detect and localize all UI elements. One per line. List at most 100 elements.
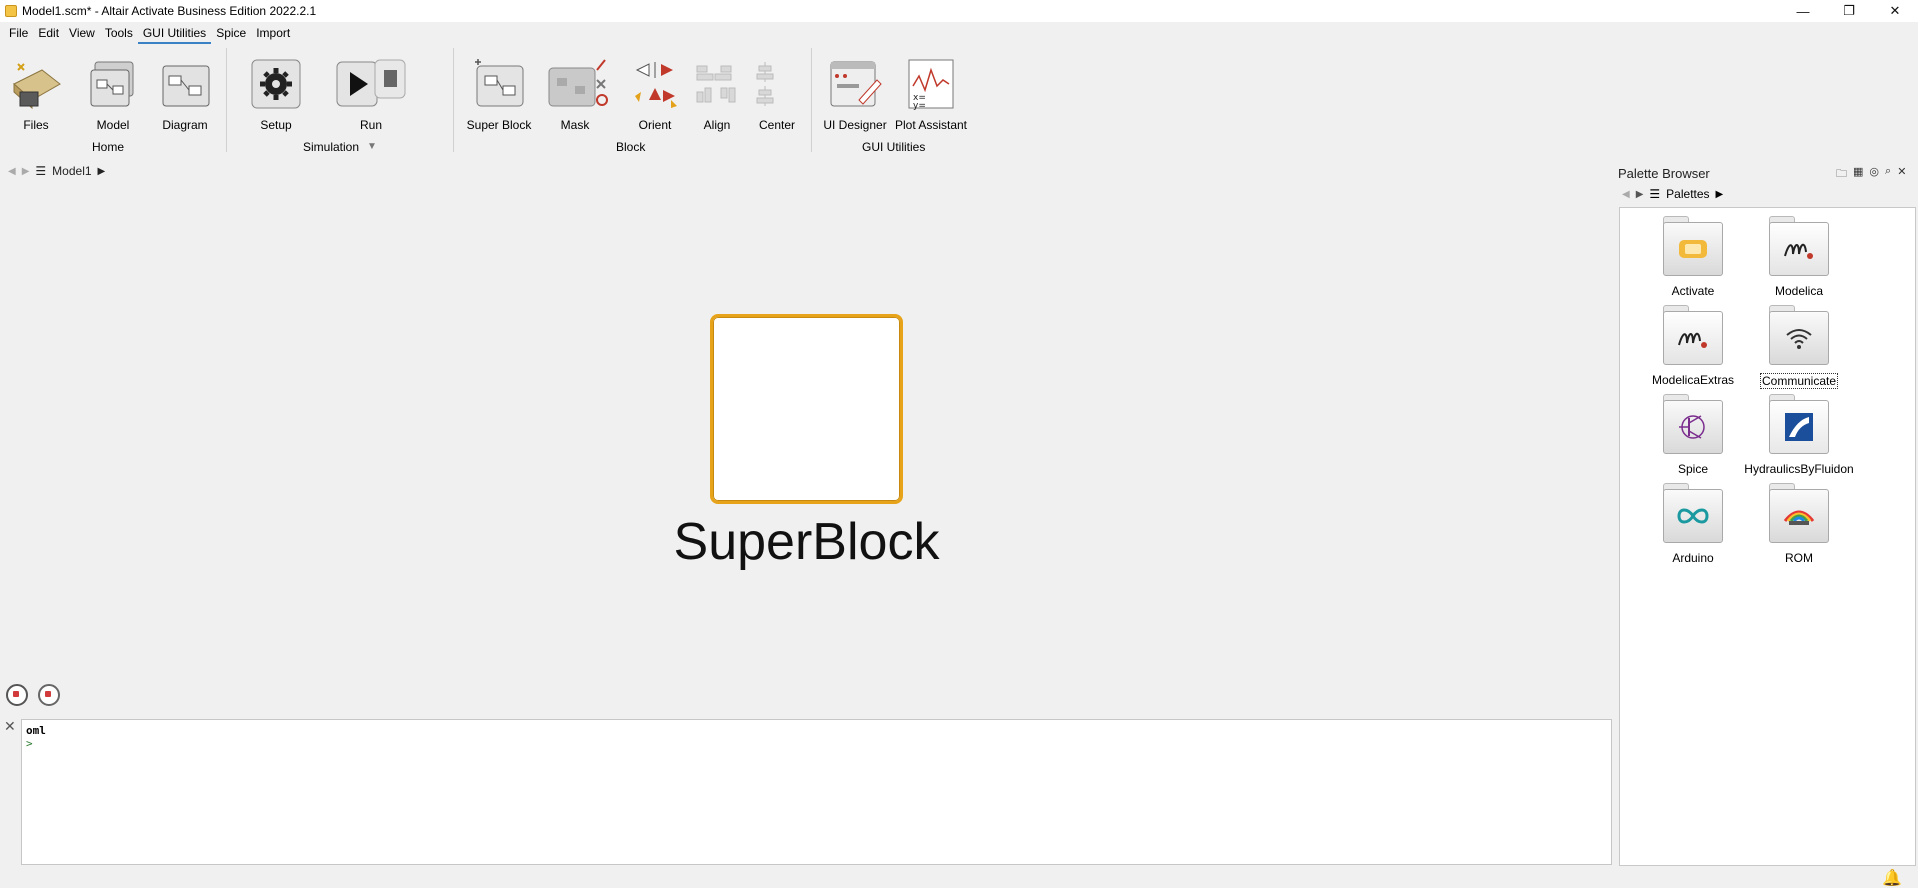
run-label: Run — [359, 118, 382, 132]
transistor-icon — [1663, 394, 1723, 456]
mask-label: Mask — [560, 118, 590, 132]
minimize-icon[interactable]: — — [1780, 0, 1826, 22]
diagram-label: Diagram — [162, 118, 208, 132]
wifi-icon — [1769, 305, 1829, 367]
files-icon — [8, 56, 64, 112]
setup-button[interactable]: Setup — [246, 56, 306, 132]
console-title: oml — [26, 724, 46, 737]
center-button[interactable]: Center — [749, 56, 805, 132]
palette-browser-title: Palette Browser — [1618, 166, 1710, 181]
notification-bell-icon[interactable]: 🔔 — [1882, 868, 1902, 888]
breadcrumb-item-model1[interactable]: Model1 — [52, 164, 91, 178]
breadcrumb: ◀ ▶ ☰ Model1 ▶ — [8, 163, 105, 179]
console-prompt: > — [26, 737, 33, 750]
palette-item-label: Activate — [1671, 284, 1715, 298]
align-icon — [689, 56, 745, 112]
diagram-button[interactable]: Diagram — [155, 56, 215, 132]
ui-designer-button[interactable]: UI Designer — [823, 56, 887, 132]
palette-breadcrumb-chevron-icon[interactable]: ▶ — [1716, 189, 1724, 200]
close-icon[interactable]: ✕ — [1897, 165, 1906, 184]
palette-toolbar: 🗀 ▦ ◎ ⌕ ✕ — [1836, 165, 1906, 184]
group-separator — [811, 48, 812, 152]
palette-item-modelicaextras[interactable]: ModelicaExtras — [1638, 305, 1748, 387]
menu-bar: File Edit View Tools GUI Utilities Spice… — [0, 22, 295, 44]
menu-import[interactable]: Import — [251, 22, 295, 44]
palette-item-activate[interactable]: Activate — [1638, 216, 1748, 298]
palette-item-label: Modelica — [1774, 284, 1824, 298]
diagram-icon — [157, 56, 213, 112]
files-label: Files — [23, 118, 49, 132]
run-button[interactable]: Run — [334, 56, 408, 132]
title-bar: Model1.scm* - Altair Activate Business E… — [0, 0, 1918, 22]
palette-item-communicate[interactable]: Communicate — [1744, 305, 1854, 389]
menu-spice[interactable]: Spice — [211, 22, 251, 44]
binoculars-icon[interactable]: ◎ — [1869, 165, 1879, 184]
palette-item-modelica[interactable]: Modelica — [1744, 216, 1854, 298]
model-button[interactable]: Model — [83, 56, 143, 132]
back-arrow-icon[interactable]: ◀ — [8, 166, 16, 177]
infinity-icon — [1663, 483, 1723, 545]
rainbow-icon — [1769, 483, 1829, 545]
breadcrumb-chevron-icon[interactable]: ▶ — [98, 166, 106, 177]
search-icon[interactable]: ⌕ — [1885, 165, 1891, 184]
zoom-fit-icon[interactable] — [38, 684, 60, 706]
plot-assistant-button[interactable]: x= y= Plot Assistant — [894, 56, 968, 132]
mask-icon — [547, 56, 608, 112]
palette-item-spice[interactable]: Spice — [1638, 394, 1748, 476]
menu-file[interactable]: File — [4, 22, 33, 44]
console-close-icon[interactable]: ✕ — [4, 718, 16, 735]
palette-item-rom[interactable]: ROM — [1744, 483, 1854, 565]
super-block-button[interactable]: Super Block — [466, 56, 532, 132]
play-icon — [335, 56, 407, 112]
align-button[interactable]: Align — [690, 56, 744, 132]
align-label: Align — [703, 118, 731, 132]
palette-item-label: Communicate — [1759, 373, 1839, 389]
files-button[interactable]: Files — [6, 56, 66, 132]
menu-view[interactable]: View — [64, 22, 100, 44]
mask-button[interactable]: Mask — [544, 56, 608, 132]
diagram-canvas[interactable]: SuperBlock — [0, 184, 1612, 714]
palette-item-label: ROM — [1785, 551, 1813, 565]
fluidon-icon — [1769, 394, 1829, 456]
forward-arrow-icon[interactable]: ▶ — [22, 166, 30, 177]
orient-button[interactable]: Orient — [625, 56, 685, 132]
close-icon[interactable]: ✕ — [1872, 0, 1918, 22]
zoom-tools — [6, 684, 60, 706]
back-arrow-icon[interactable]: ◀ — [1622, 189, 1630, 200]
orient-label: Orient — [638, 118, 672, 132]
palette-item-hydraulicsbyfluidon[interactable]: HydraulicsByFluidon — [1744, 394, 1854, 476]
group-label-block: Block — [616, 140, 646, 154]
ribbon: Files Model Diagram Home Setup Run Simul… — [0, 44, 1918, 156]
simulation-dropdown-icon[interactable]: ▼ — [367, 141, 377, 152]
list-icon: ☰ — [35, 164, 47, 178]
palette-item-label: ModelicaExtras — [1651, 373, 1735, 387]
svg-text:y=: y= — [913, 101, 926, 111]
app-icon — [5, 5, 17, 17]
window-title: Model1.scm* - Altair Activate Business E… — [22, 4, 317, 18]
plot-assistant-label: Plot Assistant — [894, 118, 968, 132]
forward-arrow-icon[interactable]: ▶ — [1636, 189, 1644, 200]
group-label-gui-utilities: GUI Utilities — [862, 140, 926, 154]
group-separator — [453, 48, 454, 152]
menu-tools[interactable]: Tools — [100, 22, 138, 44]
modelica-extras-icon — [1663, 305, 1723, 367]
superblock-label: SuperBlock — [673, 513, 940, 571]
orient-icon — [627, 56, 683, 112]
folder-open-icon[interactable]: 🗀 — [1836, 165, 1847, 184]
plot-assistant-icon: x= y= — [903, 56, 959, 112]
group-separator — [226, 48, 227, 152]
grid-view-icon[interactable]: ▦ — [1853, 165, 1863, 184]
palette-panel: Activate Modelica ModelicaExtras Communi… — [1619, 207, 1916, 866]
menu-gui-utilities[interactable]: GUI Utilities — [137, 22, 212, 44]
model-label: Model — [96, 118, 130, 132]
restore-icon[interactable]: ❐ — [1826, 0, 1872, 22]
oml-console[interactable]: oml > — [21, 719, 1612, 865]
group-label-home: Home — [92, 140, 125, 154]
superblock-box[interactable] — [710, 314, 903, 504]
palette-breadcrumb-label[interactable]: Palettes — [1666, 187, 1709, 201]
menu-edit[interactable]: Edit — [33, 22, 64, 44]
zoom-record-icon[interactable] — [6, 684, 28, 706]
window-controls: — ❐ ✕ — [1780, 0, 1918, 22]
gear-icon — [248, 56, 304, 112]
palette-item-arduino[interactable]: Arduino — [1638, 483, 1748, 565]
